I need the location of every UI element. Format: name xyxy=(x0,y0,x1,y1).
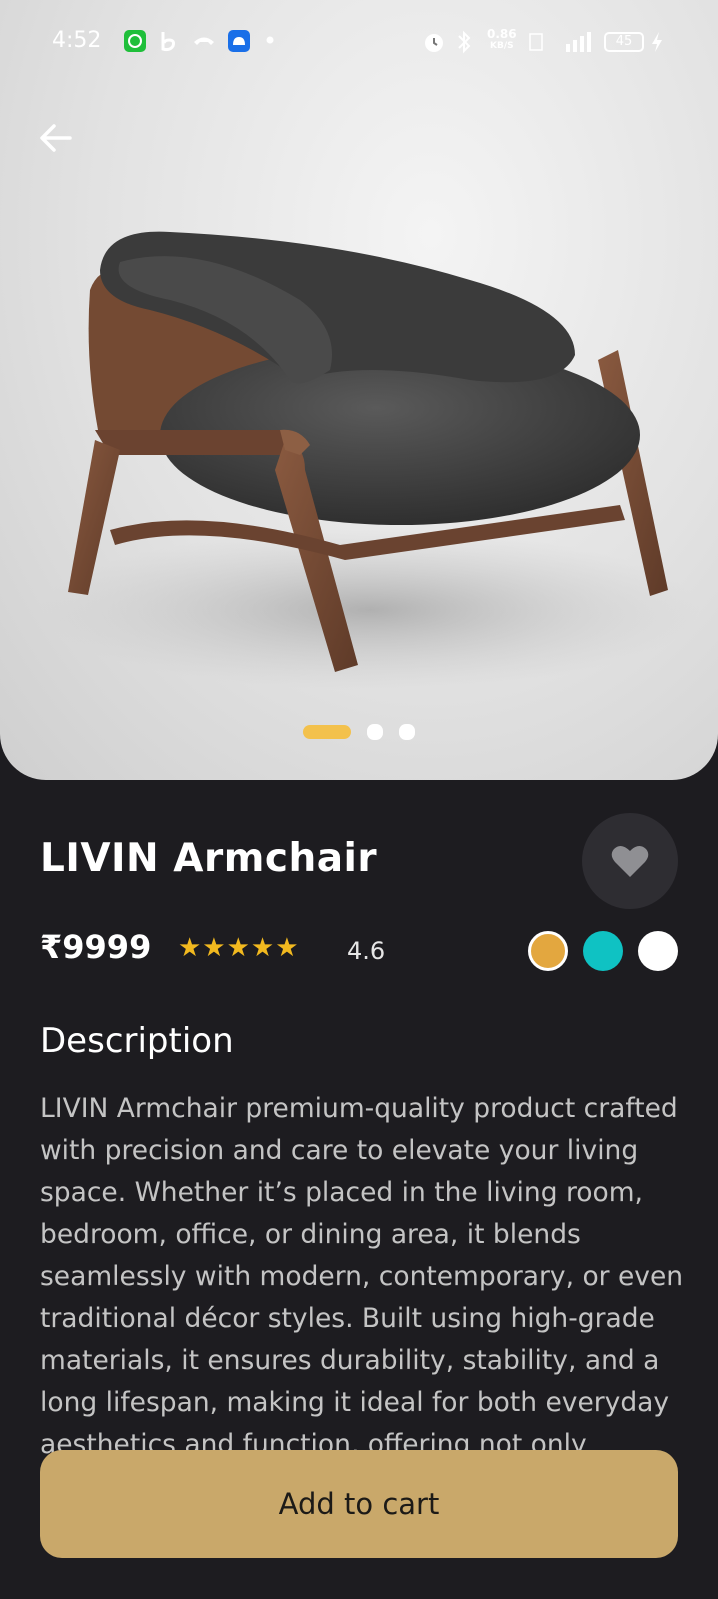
rating-stars: ★★★★★ xyxy=(178,933,300,963)
heart-icon xyxy=(611,845,649,877)
product-image-carousel[interactable]: 4:52 0.86 KB/S 45 xyxy=(0,0,718,780)
arrow-left-icon xyxy=(40,124,72,152)
armchair-image xyxy=(40,231,700,690)
carousel-dot[interactable] xyxy=(367,724,383,740)
status-bar: 4:52 0.86 KB/S 45 xyxy=(0,22,718,62)
network-speed: 0.86 KB/S xyxy=(487,27,517,51)
android-icon xyxy=(228,30,250,52)
description-text: LIVIN Armchair premium-quality product c… xyxy=(40,1093,684,1460)
carousel-indicator xyxy=(0,724,718,740)
dot-icon xyxy=(266,36,274,44)
product-price: ₹9999 xyxy=(40,928,152,966)
app-notification-icon xyxy=(124,30,146,52)
alarm-icon xyxy=(425,34,443,52)
call-icon xyxy=(194,37,214,45)
carousel-dot[interactable] xyxy=(399,724,415,740)
color-swatch-teal[interactable] xyxy=(583,931,623,971)
description-heading: Description xyxy=(40,1021,234,1061)
product-title: LIVIN Armchair xyxy=(40,836,378,881)
color-swatch-white[interactable] xyxy=(638,931,678,971)
back-button[interactable] xyxy=(36,118,76,158)
volte-icon xyxy=(529,33,543,51)
signal-icon xyxy=(566,32,591,52)
rating-value: 4.6 xyxy=(347,937,386,965)
b-app-icon xyxy=(161,32,175,52)
carousel-dot-active[interactable] xyxy=(303,725,351,739)
product-detail-screen: 4:52 0.86 KB/S 45 LIVIN Armchair ₹9999 ★… xyxy=(0,0,718,1599)
favorite-button[interactable] xyxy=(582,813,678,909)
status-time: 4:52 xyxy=(52,28,102,53)
bluetooth-icon xyxy=(458,30,471,54)
color-swatch-gold[interactable] xyxy=(528,931,568,971)
add-to-cart-button[interactable]: Add to cart xyxy=(40,1450,678,1558)
battery-icon: 45 xyxy=(604,32,644,52)
charging-icon xyxy=(652,32,662,52)
